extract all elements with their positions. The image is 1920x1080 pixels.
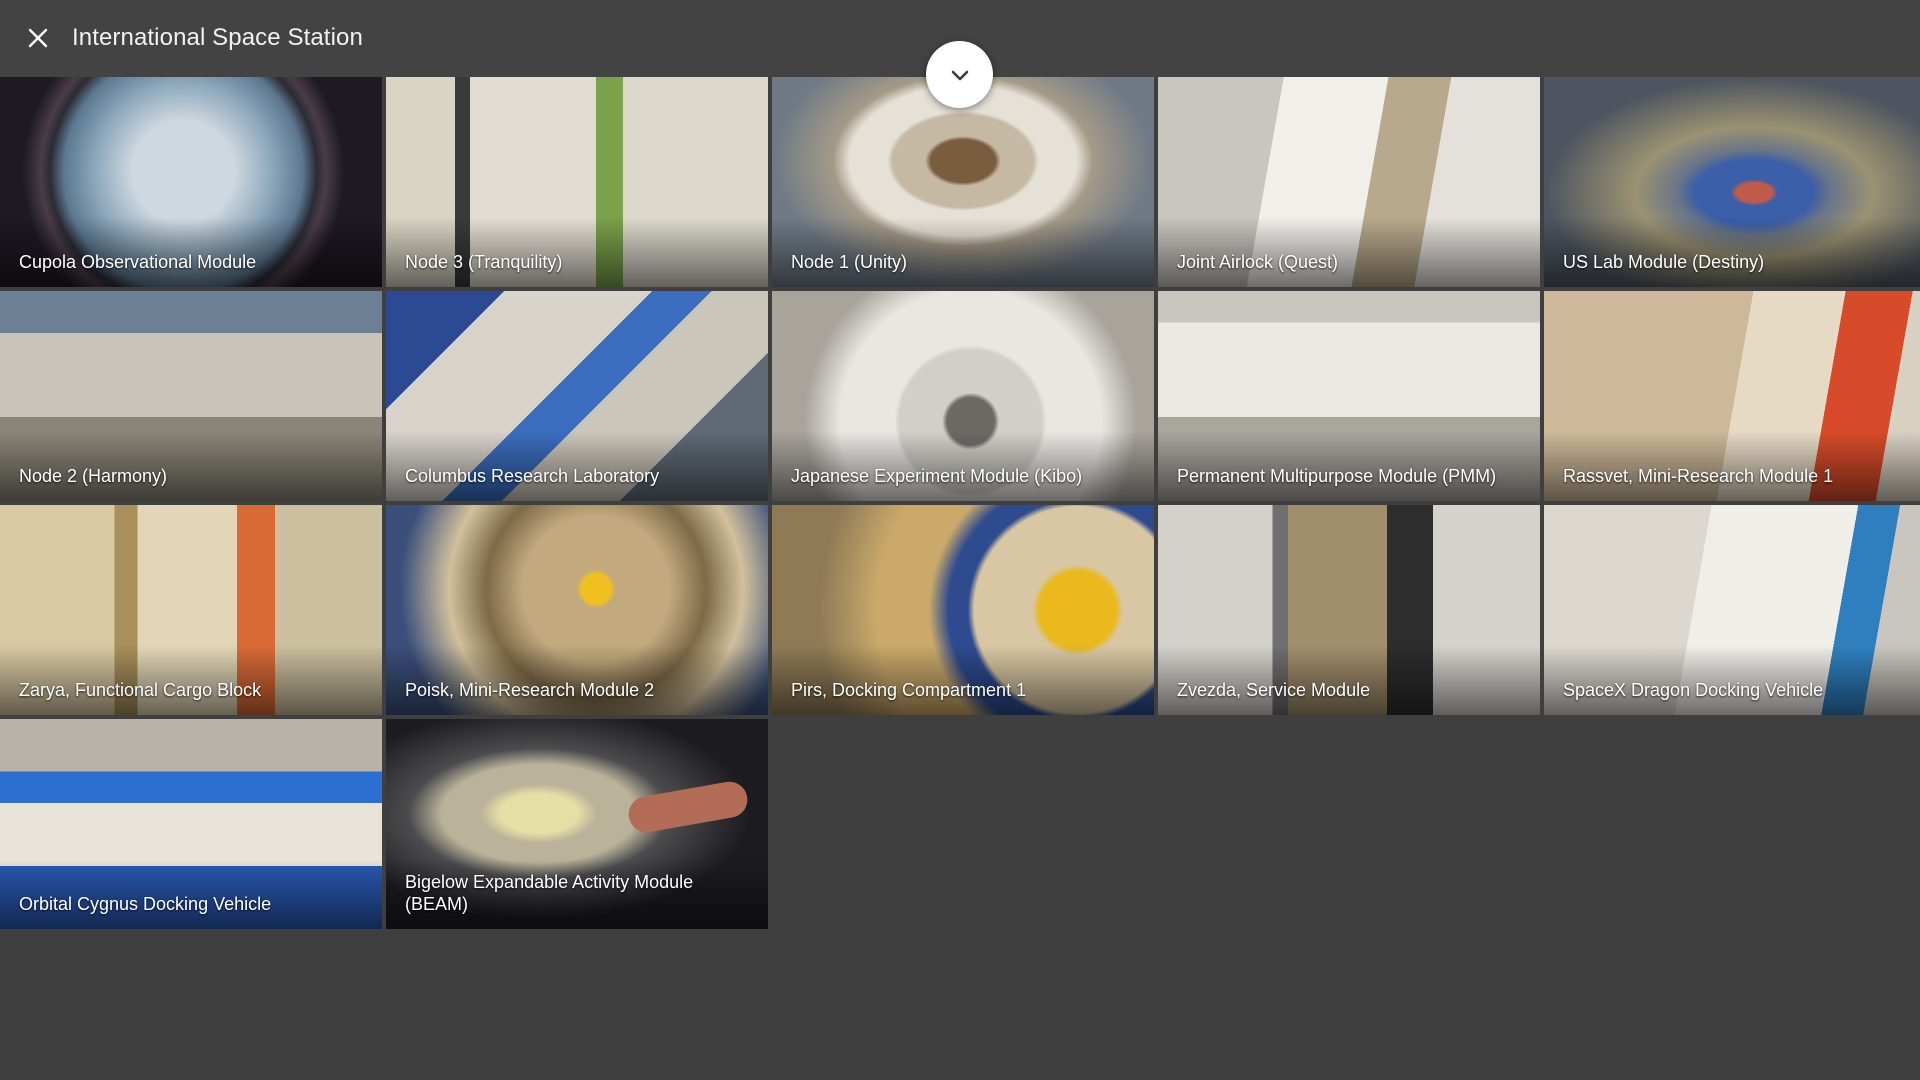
module-label: Poisk, Mini-Research Module 2 [405,680,655,700]
module-tile-poisk[interactable]: Poisk, Mini-Research Module 2 [386,505,768,715]
module-label: Bigelow Expandable Activity Module (BEAM… [405,872,694,914]
module-tile-pmm[interactable]: Permanent Multipurpose Module (PMM) [1158,291,1540,501]
module-label: Node 3 (Tranquility) [405,252,563,272]
module-label: Columbus Research Laboratory [405,466,660,486]
module-tile-pirs[interactable]: Pirs, Docking Compartment 1 [772,505,1154,715]
module-tile-zvezda[interactable]: Zvezda, Service Module [1158,505,1540,715]
module-label: US Lab Module (Destiny) [1563,252,1765,272]
module-label: Cupola Observational Module [19,252,257,272]
module-label: Node 1 (Unity) [791,252,908,272]
module-label: Joint Airlock (Quest) [1177,252,1339,272]
module-tile-spacex-dragon[interactable]: SpaceX Dragon Docking Vehicle [1544,505,1920,715]
module-label: Node 2 (Harmony) [19,466,168,486]
app-window: International Space Station Cupola Obser… [0,0,1920,1080]
module-label: Permanent Multipurpose Module (PMM) [1177,466,1497,486]
module-label: Zarya, Functional Cargo Block [19,680,262,700]
module-tile-node-3[interactable]: Node 3 (Tranquility) [386,77,768,287]
module-tile-node-2[interactable]: Node 2 (Harmony) [0,291,382,501]
module-tile-cygnus[interactable]: Orbital Cygnus Docking Vehicle [0,719,382,929]
close-button[interactable] [18,18,58,58]
module-tile-beam[interactable]: Bigelow Expandable Activity Module (BEAM… [386,719,768,929]
close-icon [28,28,48,48]
page-title: International Space Station [72,24,363,51]
module-label: Zvezda, Service Module [1177,680,1371,700]
module-tile-rassvet[interactable]: Rassvet, Mini-Research Module 1 [1544,291,1920,501]
module-tile-cupola[interactable]: Cupola Observational Module [0,77,382,287]
module-tile-joint-airlock[interactable]: Joint Airlock (Quest) [1158,77,1540,287]
module-label: Rassvet, Mini-Research Module 1 [1563,466,1834,486]
module-tile-zarya[interactable]: Zarya, Functional Cargo Block [0,505,382,715]
module-label: Orbital Cygnus Docking Vehicle [19,894,272,914]
module-tile-us-lab[interactable]: US Lab Module (Destiny) [1544,77,1920,287]
expand-button[interactable] [926,41,993,108]
module-grid: Cupola Observational Module Node 3 (Tran… [0,77,1920,929]
module-tile-node-1[interactable]: Node 1 (Unity) [772,77,1154,287]
module-tile-columbus[interactable]: Columbus Research Laboratory [386,291,768,501]
module-label: SpaceX Dragon Docking Vehicle [1563,680,1824,700]
module-label: Japanese Experiment Module (Kibo) [791,466,1083,486]
module-label: Pirs, Docking Compartment 1 [791,680,1027,700]
module-tile-kibo[interactable]: Japanese Experiment Module (Kibo) [772,291,1154,501]
chevron-down-icon [951,70,968,80]
